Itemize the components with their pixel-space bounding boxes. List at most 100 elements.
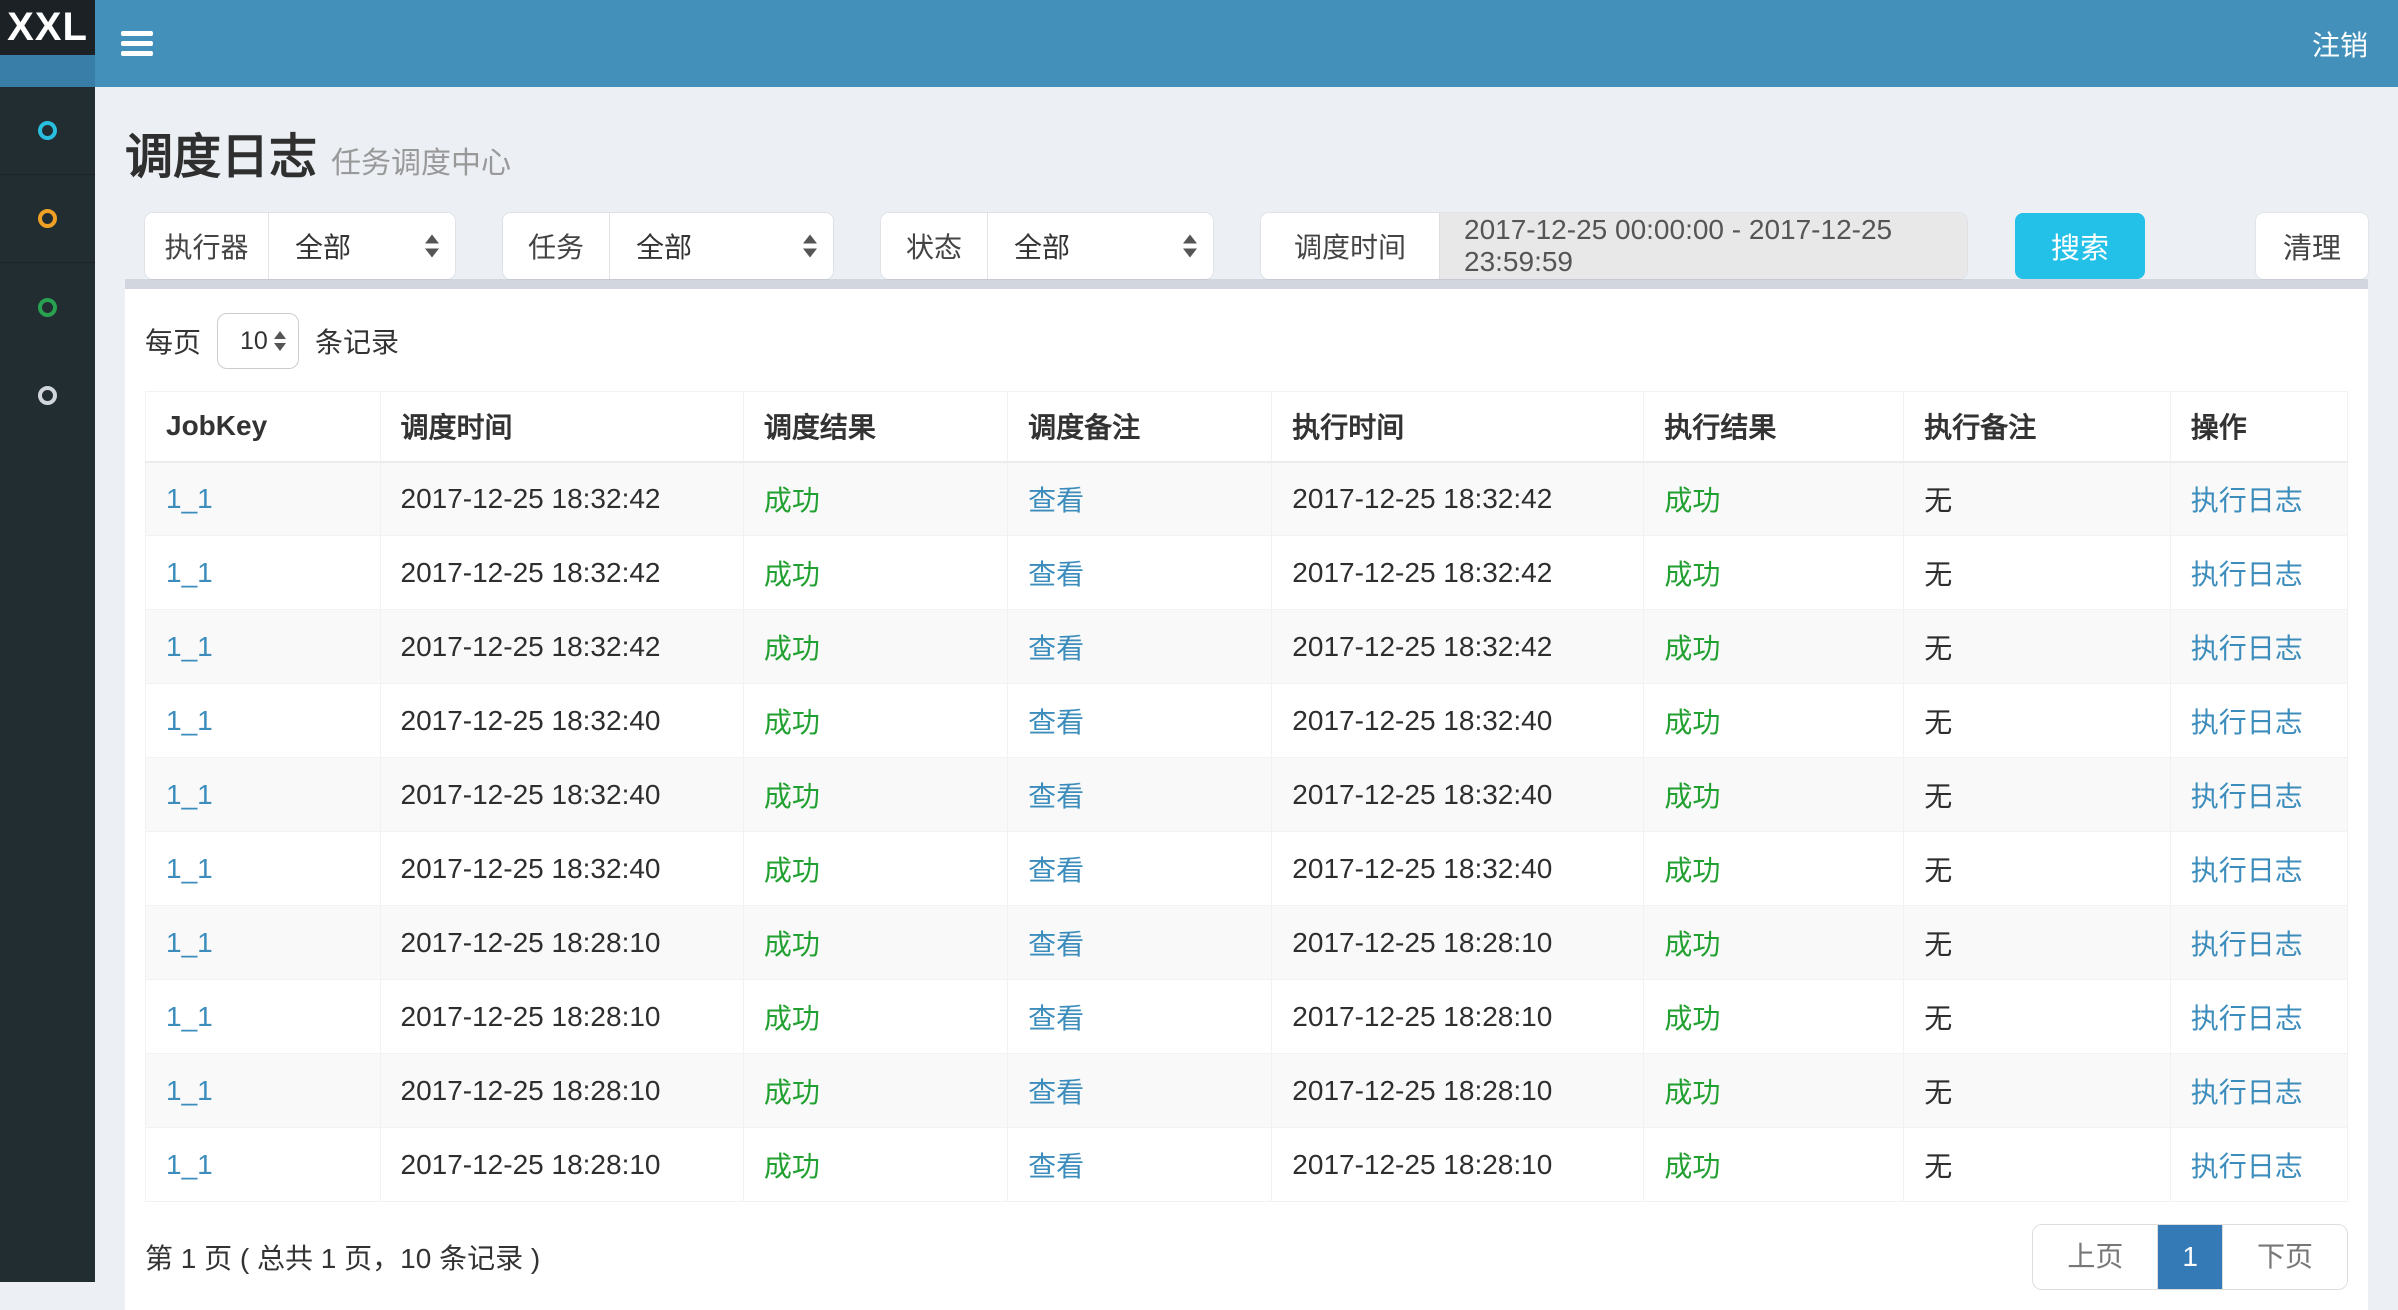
- table-row: 1_12017-12-25 18:28:10成功查看2017-12-25 18:…: [146, 1128, 2348, 1202]
- current-page-button[interactable]: 1: [2157, 1225, 2222, 1289]
- execution-log-link[interactable]: 执行日志: [2191, 633, 2303, 664]
- sidebar-toggle-icon[interactable]: [117, 20, 157, 67]
- trigger-time-cell: 2017-12-25 18:28:10: [380, 906, 743, 980]
- search-button[interactable]: 搜索: [2015, 213, 2145, 279]
- jobkey-link[interactable]: 1_1: [166, 705, 213, 736]
- content-area: 调度日志任务调度中心 执行器 全部 任务 全部 状态 全部: [95, 87, 2398, 1282]
- jobkey-link[interactable]: 1_1: [166, 853, 213, 884]
- jobkey-link[interactable]: 1_1: [166, 483, 213, 514]
- table-row: 1_12017-12-25 18:32:40成功查看2017-12-25 18:…: [146, 832, 2348, 906]
- handle-msg-cell: 无: [1904, 684, 2170, 758]
- sidebar-item-job-manage[interactable]: [0, 175, 95, 263]
- jobkey-link[interactable]: 1_1: [166, 779, 213, 810]
- trigger-msg-link[interactable]: 查看: [1028, 929, 1084, 960]
- handle-time-cell: 2017-12-25 18:32:42: [1272, 610, 1644, 684]
- trigger-time-cell: 2017-12-25 18:32:42: [380, 536, 743, 610]
- jobkey-link[interactable]: 1_1: [166, 557, 213, 588]
- trigger-msg-link[interactable]: 查看: [1028, 781, 1084, 812]
- handle-result: 成功: [1664, 1151, 1720, 1182]
- logo-cell: XXL: [0, 0, 95, 87]
- status-filter-select[interactable]: 全部: [987, 213, 1213, 279]
- trigger-msg-link[interactable]: 查看: [1028, 707, 1084, 738]
- jobkey-link[interactable]: 1_1: [166, 1149, 213, 1180]
- jobkey-link[interactable]: 1_1: [166, 631, 213, 662]
- job-filter-select[interactable]: 全部: [609, 213, 833, 279]
- page-size-select[interactable]: 10: [217, 313, 299, 369]
- next-page-button[interactable]: 下页: [2222, 1225, 2347, 1289]
- prev-page-button[interactable]: 上页: [2033, 1225, 2157, 1289]
- jobkey-link[interactable]: 1_1: [166, 1075, 213, 1106]
- handle-msg-cell: 无: [1904, 758, 2170, 832]
- handle-time: 2017-12-25 18:32:42: [1292, 557, 1552, 588]
- execution-log-link[interactable]: 执行日志: [2191, 1003, 2303, 1034]
- handle-msg-cell: 无: [1904, 536, 2170, 610]
- execution-log-link[interactable]: 执行日志: [2191, 1151, 2303, 1182]
- handle-msg: 无: [1924, 559, 1952, 590]
- trigger-msg-link[interactable]: 查看: [1028, 559, 1084, 590]
- trigger-time-filter-group: 调度时间 2017-12-25 00:00:00 - 2017-12-25 23…: [1261, 213, 1967, 279]
- handle-result-cell: 成功: [1644, 980, 1904, 1054]
- sidebar-item-executor-manage[interactable]: [0, 351, 95, 439]
- trigger-msg-link-cell: 查看: [1008, 832, 1272, 906]
- sidebar-item-dashboard[interactable]: [0, 87, 95, 175]
- column-header: 执行时间: [1272, 392, 1644, 462]
- executor-filter-select[interactable]: 全部: [268, 213, 455, 279]
- app-logo[interactable]: XXL: [0, 0, 95, 55]
- select-arrows-icon: [803, 235, 817, 258]
- handle-msg: 无: [1924, 707, 1952, 738]
- page-title: 调度日志: [125, 131, 317, 184]
- trigger-msg-link-cell: 查看: [1008, 906, 1272, 980]
- clear-button[interactable]: 清理: [2256, 213, 2368, 279]
- trigger-result: 成功: [764, 929, 820, 960]
- trigger-msg-link[interactable]: 查看: [1028, 485, 1084, 516]
- handle-result-cell: 成功: [1644, 906, 1904, 980]
- handle-time: 2017-12-25 18:32:40: [1292, 779, 1552, 810]
- trigger-msg-link[interactable]: 查看: [1028, 1003, 1084, 1034]
- trigger-result-cell: 成功: [743, 462, 1007, 536]
- circle-icon: [38, 121, 57, 140]
- trigger-msg-link[interactable]: 查看: [1028, 633, 1084, 664]
- trigger-result-cell: 成功: [743, 536, 1007, 610]
- execution-log-link-cell: 执行日志: [2170, 610, 2347, 684]
- column-header: 调度时间: [380, 392, 743, 462]
- execution-log-link-cell: 执行日志: [2170, 832, 2347, 906]
- trigger-result: 成功: [764, 1077, 820, 1108]
- handle-result: 成功: [1664, 633, 1720, 664]
- select-arrows-icon: [1183, 235, 1197, 258]
- table-row: 1_12017-12-25 18:28:10成功查看2017-12-25 18:…: [146, 906, 2348, 980]
- trigger-result-cell: 成功: [743, 684, 1007, 758]
- execution-log-link-cell: 执行日志: [2170, 980, 2347, 1054]
- logout-link[interactable]: 注销: [2312, 24, 2368, 64]
- handle-msg: 无: [1924, 781, 1952, 812]
- execution-log-link[interactable]: 执行日志: [2191, 485, 2303, 516]
- execution-log-link[interactable]: 执行日志: [2191, 781, 2303, 812]
- execution-log-link[interactable]: 执行日志: [2191, 1077, 2303, 1108]
- trigger-time-range-input[interactable]: 2017-12-25 00:00:00 - 2017-12-25 23:59:5…: [1439, 213, 1967, 279]
- handle-time: 2017-12-25 18:32:42: [1292, 483, 1552, 514]
- handle-msg: 无: [1924, 855, 1952, 886]
- circle-icon: [38, 209, 57, 228]
- trigger-time-cell: 2017-12-25 18:28:10: [380, 980, 743, 1054]
- handle-time-cell: 2017-12-25 18:32:42: [1272, 536, 1644, 610]
- sidebar-item-dispatch-log[interactable]: [0, 263, 95, 351]
- jobkey-link[interactable]: 1_1: [166, 1001, 213, 1032]
- trigger-msg-link[interactable]: 查看: [1028, 855, 1084, 886]
- handle-time: 2017-12-25 18:28:10: [1292, 1149, 1552, 1180]
- page-subtitle: 任务调度中心: [331, 147, 511, 180]
- top-navbar: XXL 注销: [0, 0, 2398, 87]
- execution-log-link[interactable]: 执行日志: [2191, 855, 2303, 886]
- handle-msg: 无: [1924, 633, 1952, 664]
- handle-result: 成功: [1664, 929, 1720, 960]
- execution-log-link[interactable]: 执行日志: [2191, 929, 2303, 960]
- execution-log-link-cell: 执行日志: [2170, 462, 2347, 536]
- status-filter-value: 全部: [1014, 226, 1070, 266]
- execution-log-link[interactable]: 执行日志: [2191, 707, 2303, 738]
- execution-log-link[interactable]: 执行日志: [2191, 559, 2303, 590]
- table-row: 1_12017-12-25 18:28:10成功查看2017-12-25 18:…: [146, 1054, 2348, 1128]
- table-row: 1_12017-12-25 18:32:42成功查看2017-12-25 18:…: [146, 610, 2348, 684]
- jobkey-link-cell: 1_1: [146, 610, 381, 684]
- job-filter-label: 任务: [503, 213, 609, 279]
- trigger-msg-link[interactable]: 查看: [1028, 1151, 1084, 1182]
- jobkey-link[interactable]: 1_1: [166, 927, 213, 958]
- trigger-msg-link[interactable]: 查看: [1028, 1077, 1084, 1108]
